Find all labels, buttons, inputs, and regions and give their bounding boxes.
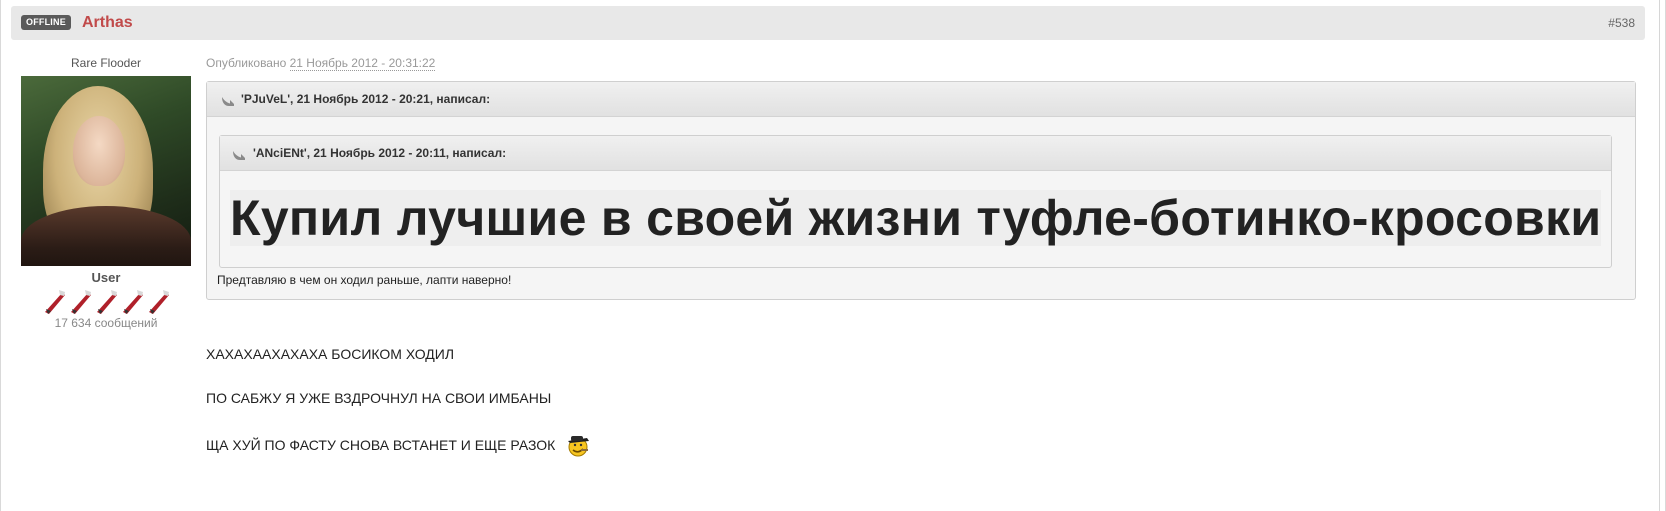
post-count: 17 634 сообщений xyxy=(54,316,158,330)
rank-pips xyxy=(21,287,191,315)
quote-citation-text: 'PJuVeL', 21 Ноябрь 2012 - 20:21, написа… xyxy=(241,92,491,106)
nested-quote-citation: 'ANciENt', 21 Ноябрь 2012 - 20:11, напис… xyxy=(220,136,1611,171)
nested-quote-text: Купил лучшие в своей жизни туфле-ботинко… xyxy=(230,190,1602,246)
post-body-line: ПО САБЖУ Я УЖЕ ВЗДРОЧНУЛ НА СВОИ ИМБАНЫ xyxy=(206,390,552,406)
post-date: Опубликовано 21 Ноябрь 2012 - 20:31:22 xyxy=(206,56,436,71)
post-number-link[interactable]: #538 xyxy=(1608,16,1635,30)
post-date-value: 21 Ноябрь 2012 - 20:31:22 xyxy=(289,56,436,71)
rank-pip-icon xyxy=(122,290,143,314)
rank-pip-icon xyxy=(148,290,169,314)
avatar-armor xyxy=(21,206,191,266)
quote-citation: 'PJuVeL', 21 Ноябрь 2012 - 20:21, написа… xyxy=(207,82,1635,117)
quote-arrow-icon xyxy=(222,97,234,106)
post-body-line-with-emoticon: ЩА ХУЙ ПО ФАСТУ СНОВА ВСТАНЕТ И ЕЩЕ РАЗО… xyxy=(206,433,591,457)
rank-pip-icon xyxy=(44,290,65,314)
nested-quote-citation-text: 'ANciENt', 21 Ноябрь 2012 - 20:11, напис… xyxy=(253,146,507,160)
nested-quote-block: 'ANciENt', 21 Ноябрь 2012 - 20:11, напис… xyxy=(219,135,1612,268)
author-name-link[interactable]: Arthas xyxy=(82,13,133,33)
column-divider xyxy=(1659,0,1660,511)
avatar[interactable] xyxy=(21,76,191,266)
cool-smiley-icon xyxy=(568,436,590,457)
forum-post-page: OFFLINE Arthas #538 Rare Flooder User 17… xyxy=(0,0,1666,511)
rank-pip-icon xyxy=(96,290,117,314)
post-body-line: ХАХАХААХАХАХА БОСИКОМ ХОДИЛ xyxy=(206,346,455,362)
status-badge: OFFLINE xyxy=(21,15,71,30)
post-date-prefix: Опубликовано xyxy=(206,56,287,70)
avatar-face xyxy=(73,116,125,186)
post-header: OFFLINE Arthas #538 xyxy=(11,6,1645,40)
member-title: Rare Flooder xyxy=(70,56,142,70)
author-panel: Rare Flooder User 17 634 сообщений xyxy=(21,52,191,330)
quote-arrow-icon xyxy=(233,151,245,160)
rank-pip-icon xyxy=(70,290,91,314)
post-body-line: ЩА ХУЙ ПО ФАСТУ СНОВА ВСТАНЕТ И ЕЩЕ РАЗО… xyxy=(206,437,556,453)
member-group: User xyxy=(91,270,121,285)
quote-block: 'PJuVeL', 21 Ноябрь 2012 - 20:21, написа… xyxy=(206,81,1636,300)
quote-text: Предтавляю в чем он ходил раньше, лапти … xyxy=(217,273,512,287)
